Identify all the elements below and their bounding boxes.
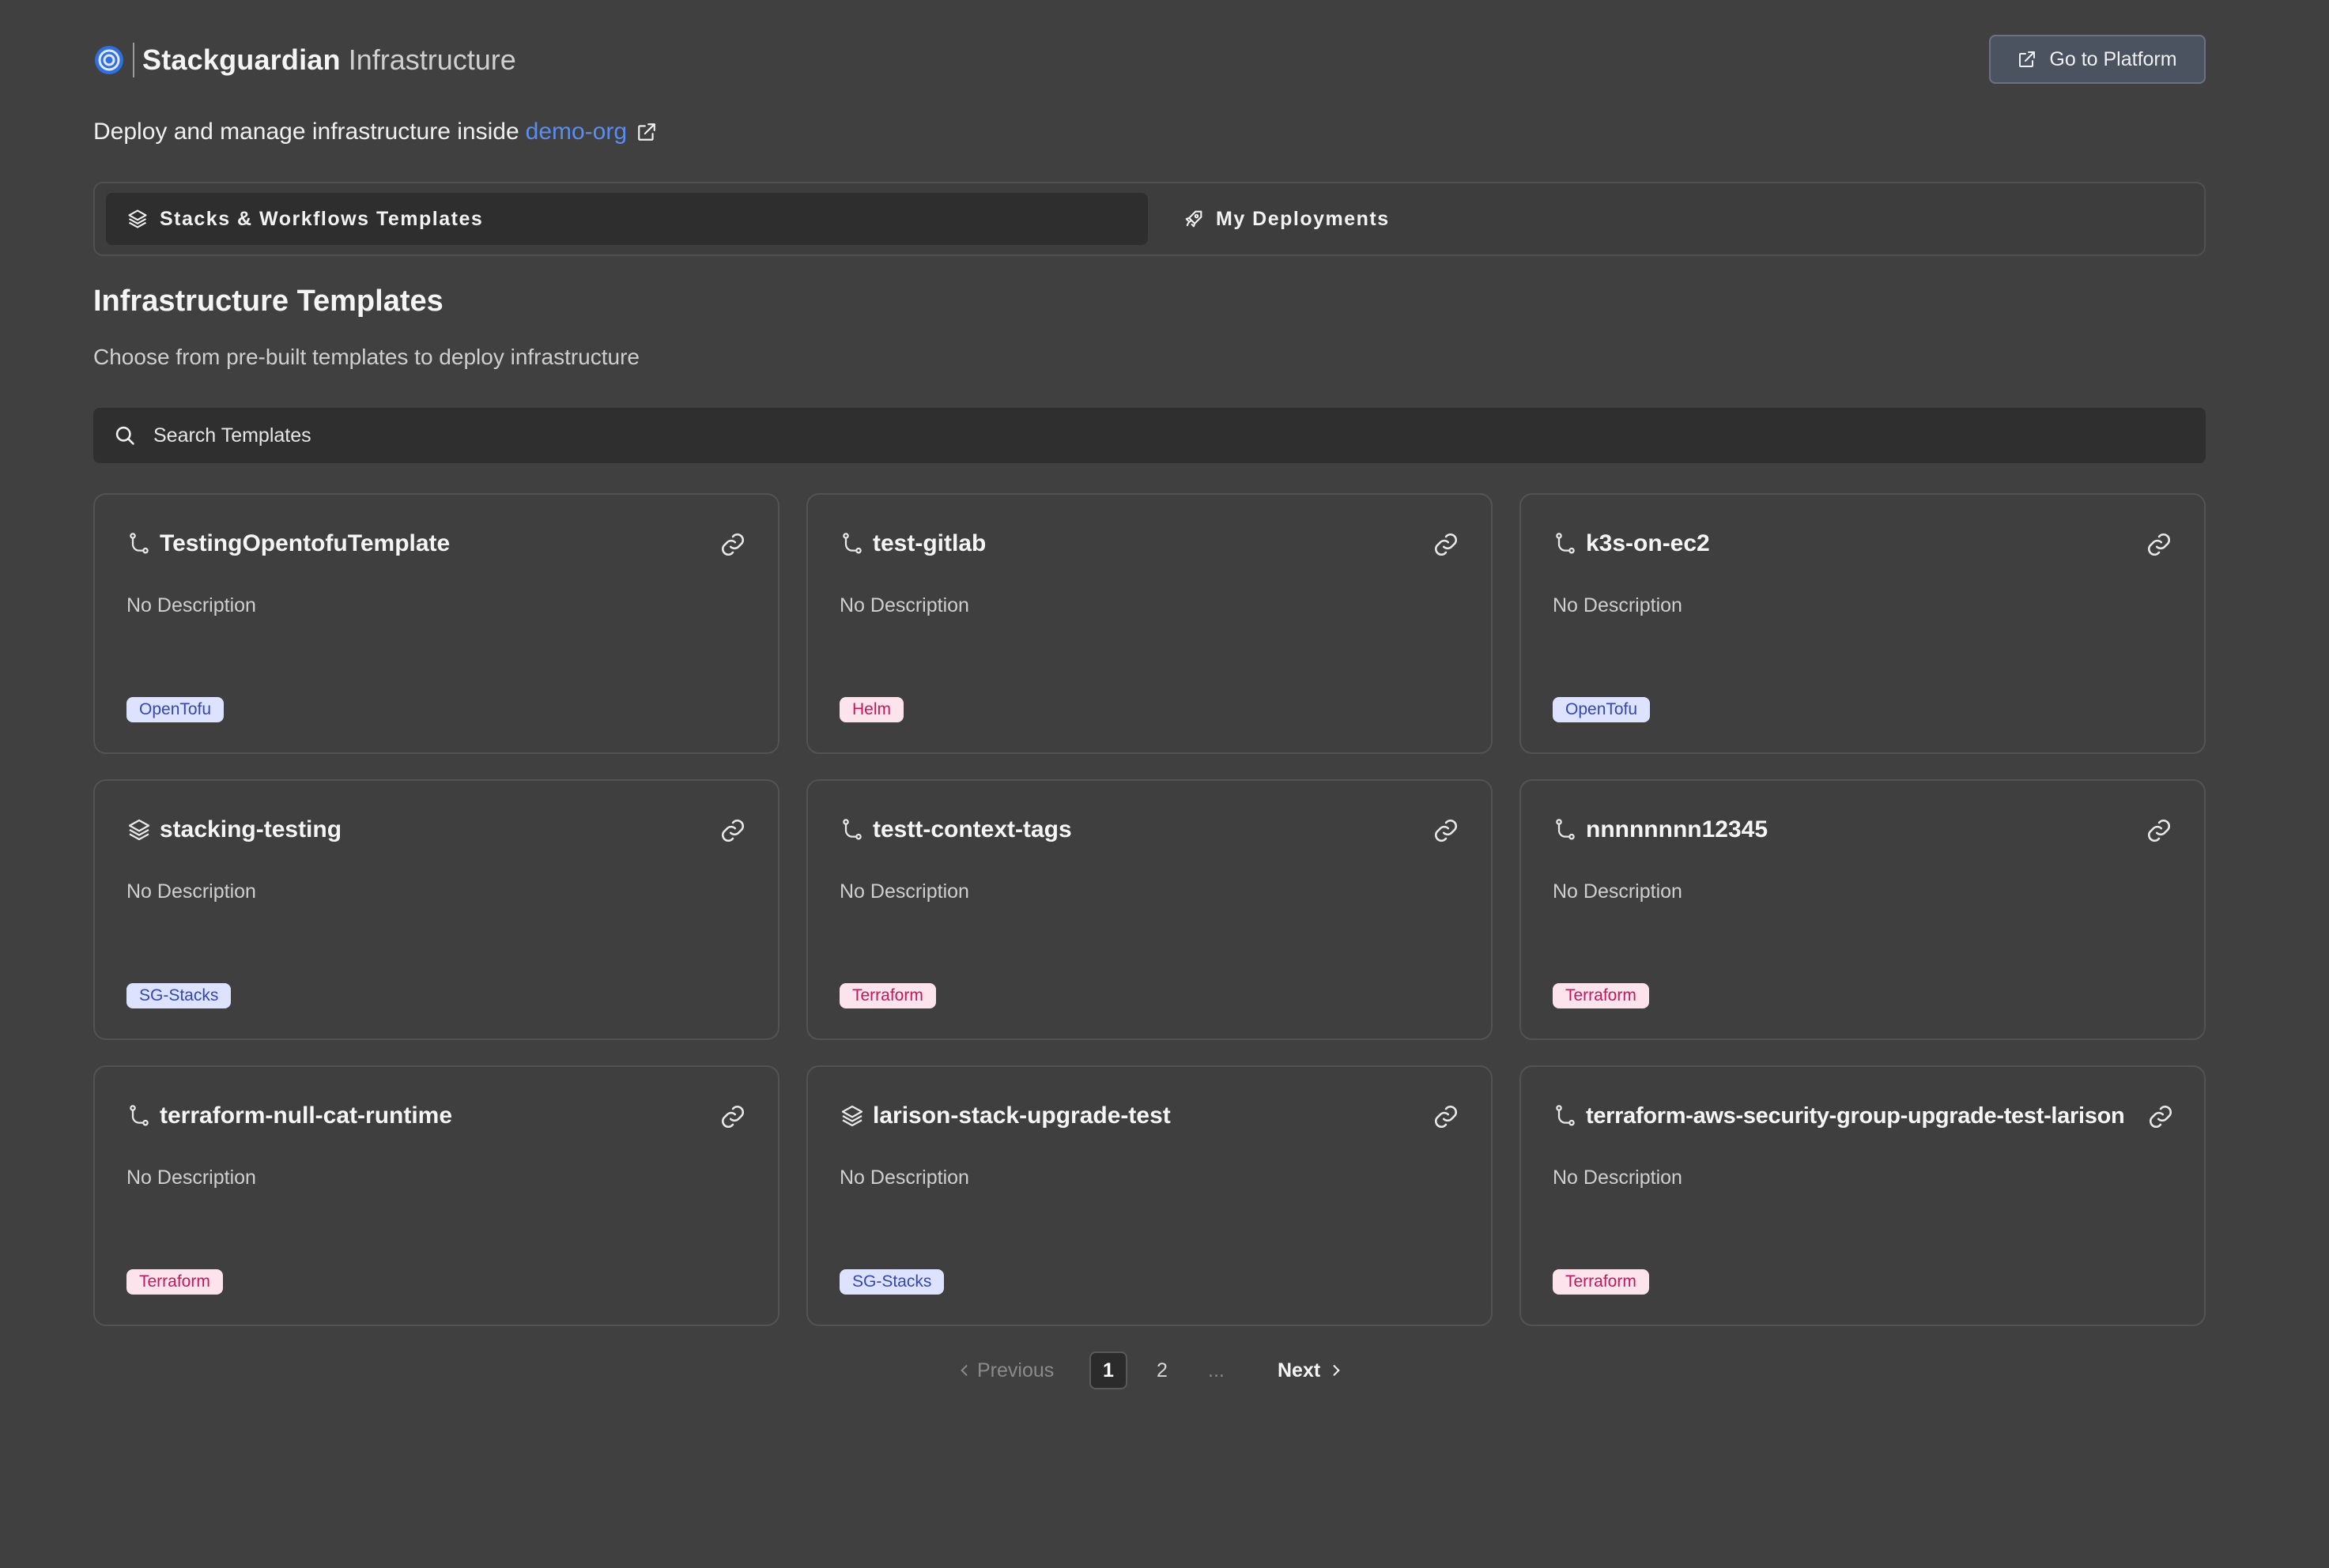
card-badge: SG-Stacks (126, 983, 232, 1008)
page-description: Choose from pre-built templates to deplo… (93, 345, 640, 369)
template-card[interactable]: test-gitlab No Description Helm (806, 493, 1493, 754)
layers-icon (841, 1105, 863, 1127)
card-badge: Terraform (1553, 983, 1649, 1008)
card-header: test-gitlab (840, 528, 1459, 560)
brand-divider (133, 43, 134, 77)
card-badge: Terraform (126, 1269, 223, 1295)
org-link[interactable]: demo-org (526, 119, 627, 145)
link-icon[interactable] (2147, 1103, 2174, 1130)
branch-icon (1556, 819, 1575, 840)
card-description: No Description (1553, 1167, 1682, 1189)
page-2-button[interactable]: 2 (1143, 1351, 1181, 1389)
org-external-link-icon[interactable] (636, 122, 657, 142)
previous-label: Previous (977, 1359, 1055, 1381)
card-badge: OpenTofu (1553, 697, 1651, 722)
card-header: k3s-on-ec2 (1553, 528, 2172, 560)
page-title: Infrastructure Templates (93, 285, 444, 318)
card-title: stacking-testing (160, 816, 342, 842)
search-bar (93, 408, 2206, 463)
card-description: No Description (126, 594, 256, 616)
pagination-ellipsis: ... (1208, 1359, 1225, 1381)
template-grid: TestingOpentofuTemplate No Description O… (93, 493, 2206, 1326)
brand: Stackguardian Infrastructure (93, 40, 516, 81)
branch-icon (843, 533, 862, 554)
go-to-platform-label: Go to Platform (2049, 47, 2177, 70)
card-header: terraform-aws-security-group-upgrade-tes… (1553, 1100, 2172, 1132)
link-icon[interactable] (719, 817, 746, 844)
branch-icon (130, 1105, 149, 1126)
tab-label: Stacks & Workflows Templates (160, 207, 484, 230)
card-header: testt-context-tags (840, 814, 1459, 846)
card-title: TestingOpentofuTemplate (160, 530, 451, 556)
card-title: k3s-on-ec2 (1586, 530, 1710, 556)
tab-my-deployments[interactable]: My Deployments (1162, 193, 1557, 245)
intro-text: Deploy and manage infrastructure inside … (93, 119, 657, 145)
template-card[interactable]: testt-context-tags No Description Terraf… (806, 779, 1493, 1040)
branch-icon (1556, 533, 1575, 554)
next-page-button[interactable]: Next (1278, 1351, 1344, 1389)
card-badge: Terraform (1553, 1269, 1649, 1295)
card-description: No Description (1553, 880, 1682, 903)
card-description: No Description (840, 1167, 969, 1189)
card-title: nnnnnnnn12345 (1586, 816, 1768, 842)
go-to-platform-button[interactable]: Go to Platform (1989, 35, 2206, 84)
layers-icon (128, 209, 147, 228)
card-badge: OpenTofu (126, 697, 225, 722)
template-card[interactable]: terraform-aws-security-group-upgrade-tes… (1519, 1065, 2206, 1326)
link-icon[interactable] (1433, 531, 1459, 558)
link-icon[interactable] (2146, 531, 2172, 558)
card-header: stacking-testing (126, 814, 746, 846)
card-title: testt-context-tags (873, 816, 1072, 842)
rocket-icon (1185, 210, 1202, 228)
header: Stackguardian Infrastructure Go to Platf… (93, 35, 2206, 87)
branch-icon (1556, 1105, 1575, 1126)
search-icon (115, 426, 134, 445)
tab-stacks-workflows-templates[interactable]: Stacks & Workflows Templates (106, 193, 1148, 245)
next-label: Next (1278, 1359, 1321, 1381)
search-input[interactable] (152, 423, 2131, 448)
card-header: nnnnnnnn12345 (1553, 814, 2172, 846)
card-badge: Terraform (840, 983, 936, 1008)
tab-bar: Stacks & Workflows Templates My Deployme… (93, 182, 2206, 256)
link-icon[interactable] (2146, 817, 2172, 844)
page-1-button[interactable]: 1 (1089, 1351, 1127, 1389)
card-header: TestingOpentofuTemplate (126, 528, 746, 560)
card-title: larison-stack-upgrade-test (873, 1102, 1171, 1129)
external-link-icon (2019, 51, 2036, 67)
template-card[interactable]: terraform-null-cat-runtime No Descriptio… (93, 1065, 779, 1326)
link-icon[interactable] (719, 1103, 746, 1130)
template-card[interactable]: k3s-on-ec2 No Description OpenTofu (1519, 493, 2206, 754)
intro-label: Deploy and manage infrastructure inside (93, 119, 519, 145)
card-badge: SG-Stacks (840, 1269, 945, 1295)
card-title: test-gitlab (873, 530, 987, 556)
chevron-right-icon (1333, 1365, 1340, 1376)
stackguardian-logo-icon (95, 46, 123, 74)
template-card[interactable]: TestingOpentofuTemplate No Description O… (93, 493, 779, 754)
card-badge: Helm (840, 697, 904, 722)
layers-icon (128, 819, 150, 841)
card-description: No Description (840, 880, 969, 903)
card-description: No Description (126, 1167, 256, 1189)
link-icon[interactable] (1433, 1103, 1459, 1130)
chevron-left-icon (961, 1365, 968, 1376)
template-card[interactable]: stacking-testing No Description SG-Stack… (93, 779, 779, 1040)
link-icon[interactable] (719, 531, 746, 558)
pagination: Previous 1 2 ... Next (93, 1351, 2206, 1391)
previous-page-button[interactable]: Previous (957, 1351, 1054, 1389)
tab-label: My Deployments (1216, 207, 1390, 230)
template-card[interactable]: larison-stack-upgrade-test No Descriptio… (806, 1065, 1493, 1326)
card-header: larison-stack-upgrade-test (840, 1100, 1459, 1132)
brand-subtitle: Infrastructure (348, 43, 516, 76)
branch-icon (130, 533, 149, 554)
card-title: terraform-null-cat-runtime (160, 1102, 453, 1129)
card-title: terraform-aws-security-group-upgrade-tes… (1586, 1102, 2125, 1129)
link-icon[interactable] (1433, 817, 1459, 844)
card-header: terraform-null-cat-runtime (126, 1100, 746, 1132)
template-card[interactable]: nnnnnnnn12345 No Description Terraform (1519, 779, 2206, 1040)
brand-name: Stackguardian (142, 43, 341, 76)
card-description: No Description (126, 880, 256, 903)
branch-icon (843, 819, 862, 840)
card-description: No Description (1553, 594, 1682, 616)
card-description: No Description (840, 594, 969, 616)
